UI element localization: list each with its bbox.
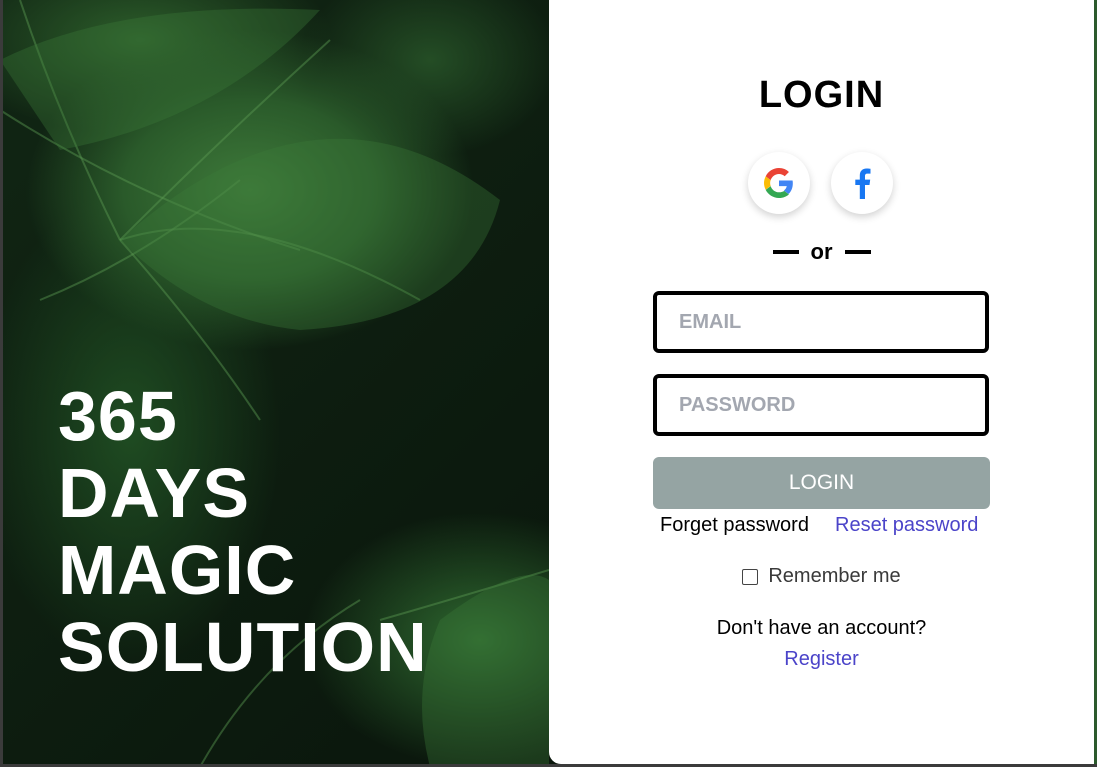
or-divider: or (549, 240, 1094, 264)
hero-line: DAYS (58, 454, 251, 532)
login-title: LOGIN (758, 74, 885, 116)
hero-line: SOLUTION (58, 608, 428, 686)
facebook-login-button[interactable] (831, 152, 893, 214)
divider-text: or (810, 239, 833, 264)
divider-line (844, 250, 871, 254)
password-field[interactable] (653, 374, 989, 436)
google-icon (764, 168, 793, 198)
window-edge (0, 0, 3, 767)
register-link[interactable]: Register (549, 648, 1094, 671)
login-button[interactable]: LOGIN (653, 457, 990, 509)
hero-line: MAGIC (58, 531, 297, 609)
google-login-button[interactable] (748, 152, 810, 214)
remember-me-label: Remember me (768, 565, 901, 587)
reset-password-link[interactable]: Reset password (835, 514, 978, 537)
login-panel: LOGIN or LOGIN Forget password Reset pas… (549, 0, 1094, 764)
divider-line (772, 250, 799, 254)
remember-me-row: Remember me (549, 565, 1094, 588)
no-account-text: Don't have an account? (716, 617, 927, 639)
remember-me-checkbox[interactable] (742, 568, 759, 585)
hero-line: 365 (58, 377, 178, 455)
forget-password-text: Forget password (660, 514, 809, 536)
hero-headline: 365 DAYS MAGIC SOLUTION (58, 378, 428, 686)
login-page: 365 DAYS MAGIC SOLUTION LOGIN or EMAIL L… (0, 0, 1097, 767)
email-field[interactable] (653, 291, 989, 353)
facebook-icon (855, 168, 871, 199)
